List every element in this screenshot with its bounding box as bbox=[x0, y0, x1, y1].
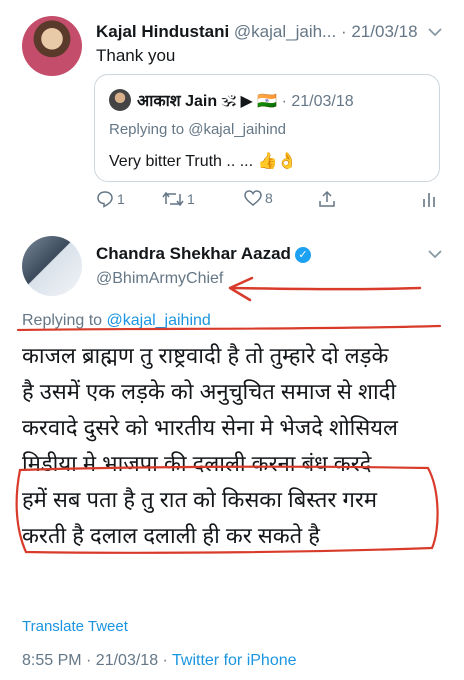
analytics-icon bbox=[422, 190, 436, 208]
replying-to: Replying to @kajal_jaihind bbox=[22, 312, 211, 330]
translate-tweet-link[interactable]: Translate Tweet bbox=[22, 618, 128, 635]
quoted-author-name: आकाश Jain bbox=[137, 93, 218, 110]
chevron-down-icon[interactable] bbox=[428, 24, 442, 40]
like-button[interactable]: 8 bbox=[244, 190, 273, 206]
annotation-arrow bbox=[228, 276, 422, 302]
reply-button[interactable]: 1 bbox=[96, 190, 125, 208]
avatar[interactable] bbox=[22, 236, 82, 296]
replying-to-handle: @kajal_jaihind bbox=[188, 121, 287, 138]
retweet-count: 1 bbox=[187, 191, 195, 207]
tweet-text-line: करती है दलाल दलाली ही कर सकते है bbox=[22, 523, 320, 548]
tweet-text-line: हमें सब पता है तु रात को किसका बिस्तर गर… bbox=[22, 487, 378, 512]
analytics-button[interactable] bbox=[422, 190, 436, 208]
author-handle[interactable]: @kajal_jaih... bbox=[234, 22, 336, 41]
tweet-text-line: काजल ब्राह्मण तु राष्ट्रवादी है तो तुम्ह… bbox=[22, 343, 389, 368]
retweet-icon bbox=[162, 190, 184, 208]
chevron-down-icon[interactable] bbox=[428, 246, 442, 264]
tweet-text-line: मिडीया मे भाजपा की दलाली करना बंध करदे bbox=[22, 451, 372, 476]
tweet-timestamp: 8:55 PM · 21/03/18 · Twitter for iPhone bbox=[22, 652, 297, 670]
verified-badge-icon: ✓ bbox=[294, 246, 311, 263]
author-handle[interactable]: @BhimArmyChief bbox=[96, 270, 223, 288]
avatar[interactable] bbox=[22, 16, 82, 76]
retweet-button[interactable]: 1 bbox=[162, 190, 195, 208]
tweet-text: Thank you bbox=[96, 46, 176, 65]
tweet-author-line: Kajal Hindustani @kajal_jaih... · 21/03/… bbox=[96, 22, 418, 42]
like-count: 8 bbox=[265, 190, 273, 206]
author-flags: 🕉 ▶ 🇮🇳 bbox=[221, 93, 278, 110]
heart-icon bbox=[244, 190, 262, 206]
tweet-date: · 21/03/18 bbox=[340, 22, 418, 41]
replying-to-label: Replying to bbox=[109, 121, 189, 138]
tweet-text-line: करवादे दुसरे को भारतीय सेना मे भेजदे शोस… bbox=[22, 415, 398, 440]
share-button[interactable] bbox=[318, 190, 336, 208]
author-name[interactable]: Kajal Hindustani bbox=[96, 22, 229, 41]
quoted-date: · 21/03/18 bbox=[281, 93, 354, 110]
replying-to-label: Replying to bbox=[22, 312, 107, 329]
reply-icon bbox=[96, 190, 114, 208]
share-icon bbox=[318, 190, 336, 208]
replying-to-handle[interactable]: @kajal_jaihind bbox=[107, 312, 211, 329]
tweet-text-line: है उसमें एक लड़के को अनुचुचित समाज से शा… bbox=[22, 379, 397, 404]
reply-count: 1 bbox=[117, 191, 125, 207]
author-name[interactable]: Chandra Shekhar Aazad bbox=[96, 244, 291, 263]
tweet-client-link[interactable]: Twitter for iPhone bbox=[172, 652, 297, 669]
quoted-tweet[interactable]: आकाश Jain 🕉 ▶ 🇮🇳 · 21/03/18 Replying to … bbox=[94, 74, 440, 182]
tweet-time: 8:55 PM · 21/03/18 · bbox=[22, 652, 173, 669]
avatar bbox=[109, 89, 131, 111]
replying-to: Replying to @kajal_jaihind bbox=[109, 121, 286, 138]
quoted-author-line: आकाश Jain 🕉 ▶ 🇮🇳 · 21/03/18 bbox=[137, 89, 354, 111]
quoted-text: Very bitter Truth .. ... 👍👌 bbox=[109, 153, 298, 170]
author-name-line: Chandra Shekhar Aazad ✓ bbox=[96, 244, 311, 264]
